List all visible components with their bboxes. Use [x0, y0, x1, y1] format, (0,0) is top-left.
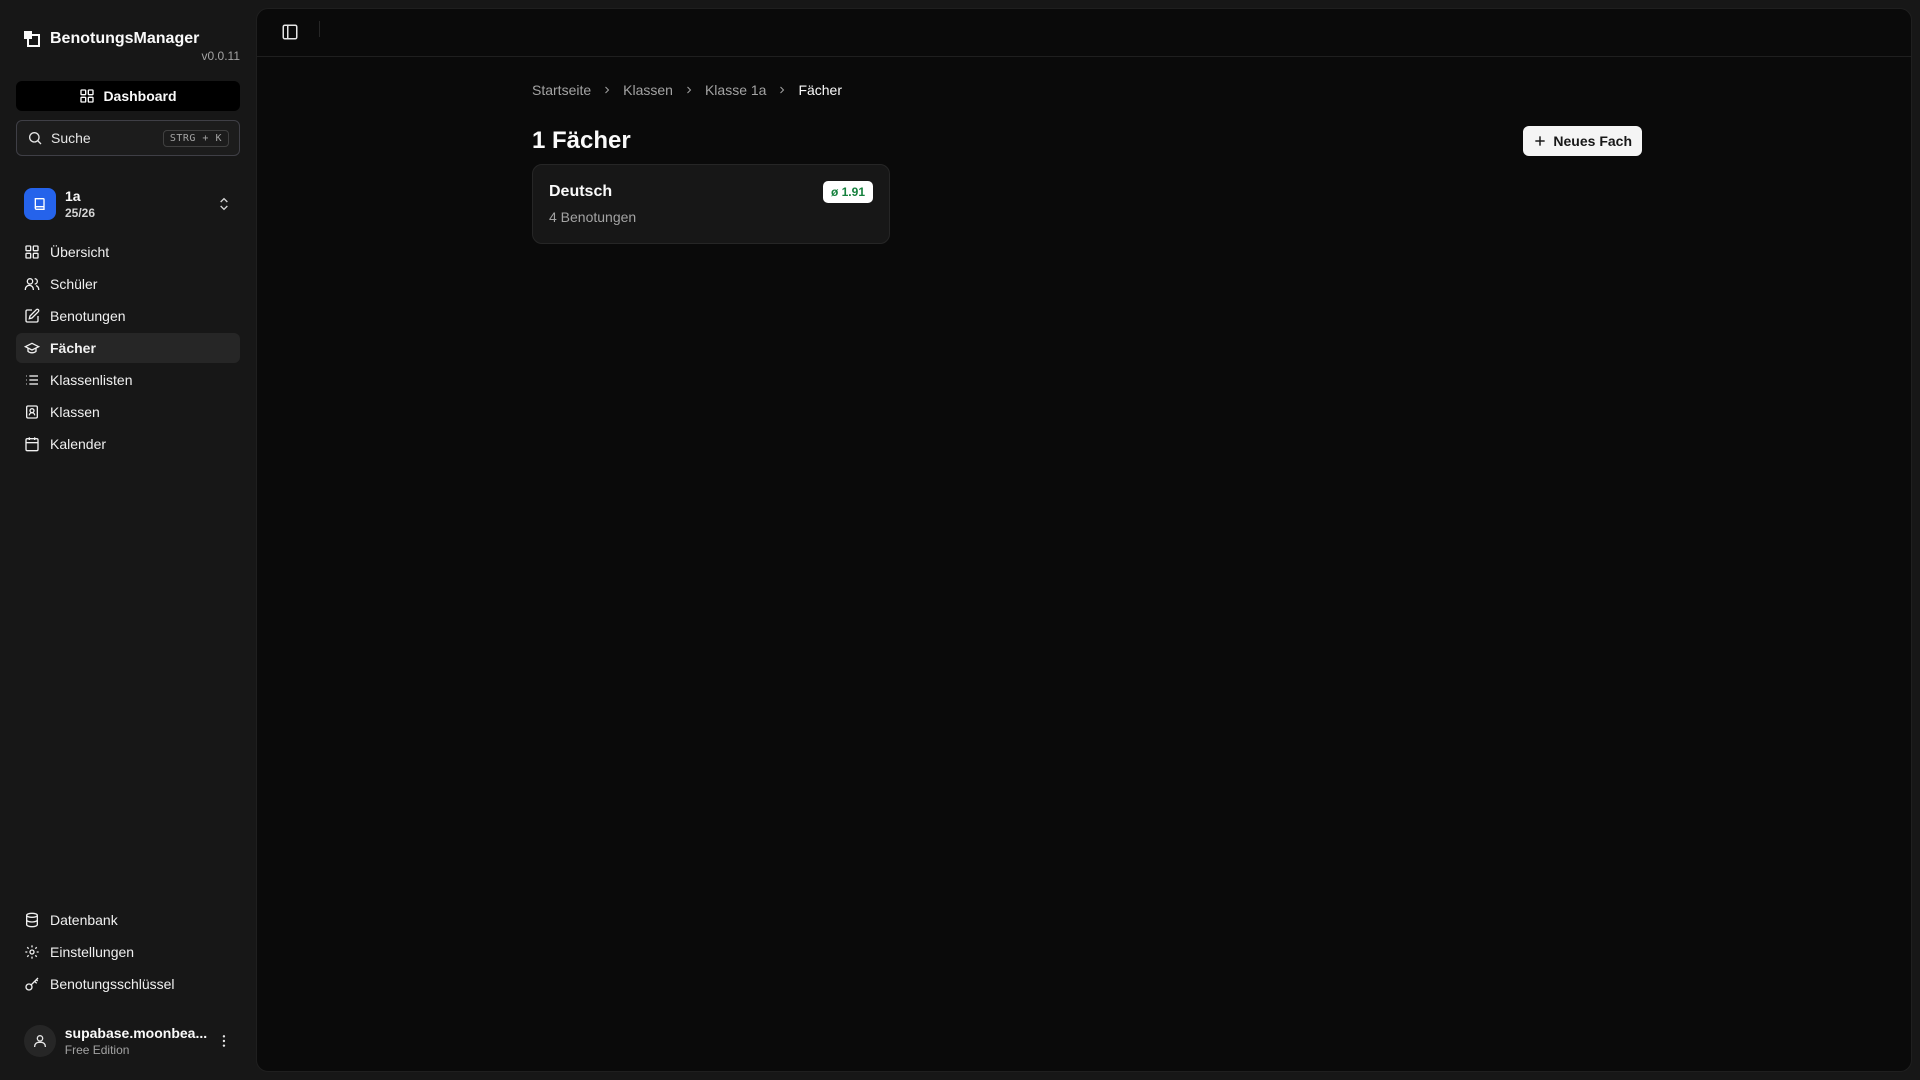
nav-item-datenbank[interactable]: Datenbank	[16, 905, 240, 935]
nav-item-kalender[interactable]: Kalender	[16, 429, 240, 459]
app-name: BenotungsManager	[50, 30, 200, 47]
chevron-right-icon	[605, 86, 610, 94]
nav-item-schueler[interactable]: Schüler	[16, 269, 240, 299]
dashboard-label: Dashboard	[103, 88, 177, 104]
database-icon	[26, 912, 38, 928]
calendar-icon	[25, 437, 39, 452]
page-title: 1 Fächer	[532, 127, 631, 154]
breadcrumb-klassen[interactable]: Klassen	[623, 82, 673, 98]
breadcrumb-startseite[interactable]: Startseite	[532, 82, 591, 98]
nav-item-faecher[interactable]: Fächer	[16, 333, 240, 363]
search-label: Suche	[51, 130, 91, 146]
user-menu[interactable]: supabase.moonbea... Free Edition	[16, 1020, 240, 1062]
list-icon	[26, 375, 38, 385]
nav-item-einstellungen[interactable]: Einstellungen	[16, 937, 240, 967]
new-subject-label: Neues Fach	[1553, 133, 1632, 149]
class-year: 25/26	[65, 206, 96, 220]
nav-label: Benotungen	[50, 308, 126, 324]
breadcrumb: Startseite Klassen Klasse 1a Fächer	[532, 82, 842, 98]
main-panel: Startseite Klassen Klasse 1a Fächer 1 Fä…	[256, 8, 1912, 1072]
breadcrumb-klasse[interactable]: Klasse 1a	[705, 82, 766, 98]
contact-icon	[26, 405, 38, 419]
main-nav: Übersicht Schüler Benotungen Fächer Klas…	[16, 237, 240, 461]
gear-icon	[25, 945, 39, 959]
breadcrumb-current: Fächer	[798, 82, 843, 98]
dashboard-button[interactable]: Dashboard	[16, 81, 240, 111]
subject-name: Deutsch	[549, 183, 613, 200]
nav-label: Kalender	[50, 436, 107, 452]
new-subject-button[interactable]: Neues Fach	[1523, 126, 1642, 156]
sidebar: BenotungsManager v0.0.11 Dashboard Suche…	[0, 0, 256, 1080]
subject-grade-count: 4 Benotungen	[549, 209, 637, 225]
book-icon	[24, 188, 56, 220]
footer-nav: Datenbank Einstellungen Benotungsschlüss…	[16, 905, 240, 1001]
graduation-cap-icon	[24, 342, 40, 354]
nav-label: Übersicht	[50, 244, 110, 260]
nav-item-uebersicht[interactable]: Übersicht	[16, 237, 240, 267]
logo-icon	[24, 31, 40, 47]
nav-item-klassen[interactable]: Klassen	[16, 397, 240, 427]
nav-label: Fächer	[50, 340, 96, 356]
layout-grid-icon	[25, 245, 39, 259]
user-name: supabase.moonbea...	[64, 1025, 208, 1041]
chevron-right-icon	[780, 86, 785, 94]
nav-label: Klassenlisten	[50, 372, 133, 388]
nav-item-benotungsschluessel[interactable]: Benotungsschlüssel	[16, 969, 240, 999]
user-plan: Free Edition	[64, 1043, 130, 1057]
users-icon	[24, 278, 40, 290]
nav-label: Einstellungen	[50, 944, 135, 960]
nav-item-klassenlisten[interactable]: Klassenlisten	[16, 365, 240, 395]
plus-icon	[1535, 136, 1546, 146]
sidebar-toggle-icon[interactable]	[281, 23, 299, 41]
class-switcher[interactable]: 1a 25/26	[16, 184, 240, 224]
layout-grid-icon	[80, 89, 95, 103]
topbar	[257, 9, 1911, 57]
search-icon	[29, 132, 42, 145]
nav-label: Schüler	[50, 276, 98, 292]
user-icon	[33, 1035, 46, 1047]
app-brand[interactable]: BenotungsManager	[24, 30, 199, 48]
search-button[interactable]: Suche STRG + K	[16, 120, 240, 156]
topbar-separator	[319, 21, 320, 37]
nav-label: Klassen	[50, 404, 100, 420]
average-badge: ø 1.91	[822, 181, 873, 203]
chevron-right-icon	[687, 86, 692, 94]
chevrons-up-down-icon	[220, 197, 228, 211]
nav-label: Benotungsschlüssel	[50, 976, 175, 992]
key-icon	[25, 977, 39, 991]
edit-icon	[25, 308, 40, 323]
class-name: 1a	[65, 188, 81, 204]
app-version: v0.0.11	[201, 49, 240, 63]
nav-item-benotungen[interactable]: Benotungen	[16, 301, 240, 331]
subject-card[interactable]: Deutsch 4 Benotungen ø 1.91	[532, 164, 890, 244]
search-shortcut: STRG + K	[162, 129, 229, 147]
avatar	[24, 1025, 56, 1057]
more-vertical-icon[interactable]	[216, 1033, 232, 1049]
nav-label: Datenbank	[50, 912, 118, 928]
